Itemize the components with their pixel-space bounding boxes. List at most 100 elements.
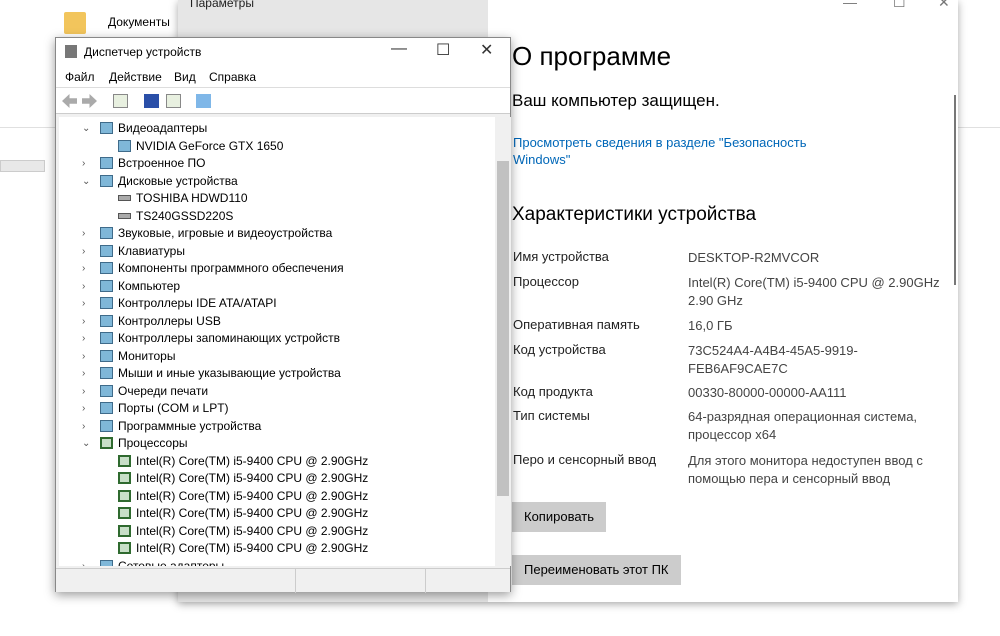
scan-hardware-icon[interactable] bbox=[196, 94, 211, 108]
scrollbar-thumb[interactable] bbox=[497, 161, 509, 496]
chevron-right-icon[interactable]: › bbox=[82, 383, 85, 400]
device-item[interactable]: TOSHIBA HDWD110 bbox=[118, 190, 248, 207]
chevron-right-icon[interactable]: › bbox=[82, 155, 85, 172]
cpu-icon bbox=[118, 524, 131, 537]
chevron-down-icon[interactable]: ⌄ bbox=[82, 435, 90, 452]
device-icon bbox=[100, 227, 113, 239]
menu-bar: Файл Действие Вид Справка bbox=[56, 66, 510, 88]
scrollbar[interactable] bbox=[954, 95, 956, 285]
desktop-documents-label[interactable]: Документы bbox=[108, 15, 170, 29]
menu-view[interactable]: Вид bbox=[174, 70, 196, 84]
spec-value: DESKTOP-R2MVCOR bbox=[688, 250, 820, 265]
background-bar bbox=[0, 160, 45, 172]
chevron-right-icon[interactable]: › bbox=[82, 365, 85, 382]
spec-label: Код устройства bbox=[513, 342, 606, 357]
chevron-right-icon[interactable]: › bbox=[82, 278, 85, 295]
device-manager-window: Диспетчер устройств — ☐ ✕ Файл Действие … bbox=[55, 37, 511, 593]
properties-icon[interactable] bbox=[113, 94, 128, 108]
cpu-icon bbox=[118, 489, 131, 502]
device-label: Дисковые устройства bbox=[118, 173, 238, 188]
device-category[interactable]: ⌄ Процессоры bbox=[82, 435, 188, 452]
spec-value: Intel(R) Core(TM) i5-9400 CPU @ 2.90GHz … bbox=[688, 275, 940, 308]
device-category[interactable]: ⌄ Видеоадаптеры bbox=[82, 120, 207, 137]
disk-icon bbox=[118, 212, 131, 219]
device-category[interactable]: › Программные устройства bbox=[82, 418, 261, 435]
spec-label: Перо и сенсорный ввод bbox=[513, 452, 657, 467]
title-bar[interactable]: Диспетчер устройств — ☐ ✕ bbox=[56, 38, 510, 66]
device-category[interactable]: › Компьютер bbox=[82, 278, 181, 295]
device-label: Intel(R) Core(TM) i5-9400 CPU @ 2.90GHz bbox=[136, 453, 369, 468]
device-label: Порты (COM и LPT) bbox=[118, 401, 229, 415]
device-item[interactable]: Intel(R) Core(TM) i5-9400 CPU @ 2.90GHz bbox=[118, 523, 368, 540]
help-icon[interactable] bbox=[144, 94, 159, 108]
spec-value: Для этого монитора недоступен ввод с пом… bbox=[688, 453, 923, 486]
device-category[interactable]: ⌄ Дисковые устройства bbox=[82, 173, 238, 190]
device-item[interactable]: Intel(R) Core(TM) i5-9400 CPU @ 2.90GHz bbox=[118, 470, 368, 487]
divider bbox=[958, 127, 1000, 128]
device-item[interactable]: TS240GSSD220S bbox=[118, 208, 233, 225]
chevron-down-icon[interactable]: ⌄ bbox=[82, 120, 90, 137]
maximize-button[interactable]: ☐ bbox=[436, 40, 450, 60]
device-category[interactable]: › Контроллеры IDE ATA/ATAPI bbox=[82, 295, 277, 312]
chevron-down-icon[interactable]: ⌄ bbox=[82, 173, 90, 190]
device-category[interactable]: › Мыши и иные указывающие устройства bbox=[82, 365, 341, 382]
close-button[interactable]: ✕ bbox=[480, 40, 493, 60]
spec-label: Тип системы bbox=[513, 408, 590, 423]
device-icon bbox=[100, 174, 113, 187]
device-category[interactable]: › Порты (COM и LPT) bbox=[82, 400, 229, 417]
device-item[interactable]: NVIDIA GeForce GTX 1650 bbox=[118, 138, 283, 155]
chevron-right-icon[interactable]: › bbox=[82, 260, 85, 277]
menu-file[interactable]: Файл bbox=[65, 70, 95, 84]
chevron-right-icon[interactable]: › bbox=[82, 313, 85, 330]
device-category[interactable]: › Контроллеры запоминающих устройств bbox=[82, 330, 340, 347]
device-icon bbox=[100, 157, 113, 169]
update-driver-icon[interactable] bbox=[166, 94, 181, 108]
forward-icon[interactable] bbox=[82, 94, 97, 108]
device-item[interactable]: Intel(R) Core(TM) i5-9400 CPU @ 2.90GHz bbox=[118, 453, 368, 470]
device-category[interactable]: › Мониторы bbox=[82, 348, 176, 365]
device-category[interactable]: › Звуковые, игровые и видеоустройства bbox=[82, 225, 332, 242]
chevron-right-icon[interactable]: › bbox=[82, 295, 85, 312]
menu-help[interactable]: Справка bbox=[209, 70, 256, 84]
chevron-right-icon[interactable]: › bbox=[82, 418, 85, 435]
device-item[interactable]: Intel(R) Core(TM) i5-9400 CPU @ 2.90GHz bbox=[118, 540, 368, 557]
status-pane bbox=[296, 569, 426, 593]
scrollbar[interactable] bbox=[495, 117, 511, 566]
device-category[interactable]: › Компоненты программного обеспечения bbox=[82, 260, 344, 277]
device-icon bbox=[100, 297, 113, 309]
rename-pc-button[interactable]: Переименовать этот ПК bbox=[512, 555, 681, 585]
security-link[interactable]: Просмотреть сведения в разделе "Безопасн… bbox=[513, 134, 843, 168]
device-manager-icon bbox=[65, 45, 77, 58]
device-category[interactable]: › Встроенное ПО bbox=[82, 155, 206, 172]
device-category[interactable]: › Сетевые адаптеры bbox=[82, 558, 224, 566]
cpu-icon bbox=[118, 542, 131, 554]
device-label: Встроенное ПО bbox=[118, 156, 206, 170]
device-label: Контроллеры IDE ATA/ATAPI bbox=[118, 296, 277, 310]
chevron-right-icon[interactable]: › bbox=[82, 330, 85, 347]
device-item[interactable]: Intel(R) Core(TM) i5-9400 CPU @ 2.90GHz bbox=[118, 488, 368, 505]
chevron-right-icon[interactable]: › bbox=[82, 243, 85, 260]
cpu-icon bbox=[118, 454, 131, 467]
minimize-button[interactable]: — bbox=[391, 40, 407, 58]
minimize-button[interactable]: — bbox=[843, 0, 857, 10]
disk-icon bbox=[118, 195, 131, 201]
chevron-right-icon[interactable]: › bbox=[82, 558, 85, 567]
device-category[interactable]: › Клавиатуры bbox=[82, 243, 185, 260]
chevron-right-icon[interactable]: › bbox=[82, 400, 85, 417]
device-category[interactable]: › Очереди печати bbox=[82, 383, 208, 400]
device-label: Процессоры bbox=[118, 436, 188, 450]
device-label: Компьютер bbox=[118, 278, 181, 293]
cpu-icon bbox=[100, 437, 113, 449]
maximize-button[interactable]: ☐ bbox=[893, 0, 906, 11]
back-icon[interactable] bbox=[62, 94, 77, 108]
device-label: Мониторы bbox=[118, 348, 176, 363]
close-button[interactable]: ✕ bbox=[938, 0, 950, 11]
folder-icon[interactable] bbox=[64, 12, 86, 34]
menu-action[interactable]: Действие bbox=[109, 70, 162, 84]
device-item[interactable]: Intel(R) Core(TM) i5-9400 CPU @ 2.90GHz bbox=[118, 505, 368, 522]
chevron-right-icon[interactable]: › bbox=[82, 225, 85, 242]
copy-button[interactable]: Копировать bbox=[512, 502, 606, 532]
device-category[interactable]: › Контроллеры USB bbox=[82, 313, 221, 330]
chevron-right-icon[interactable]: › bbox=[82, 348, 85, 365]
cpu-icon bbox=[118, 472, 131, 484]
